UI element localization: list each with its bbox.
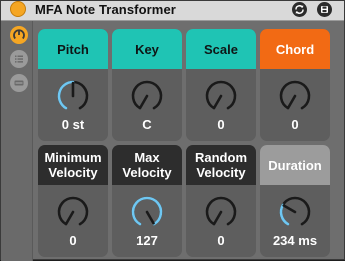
knob-pointer <box>213 210 223 225</box>
scale-knob[interactable] <box>203 77 239 113</box>
minimum-velocity-knob[interactable] <box>55 193 91 229</box>
knob-pointer <box>282 204 297 214</box>
param-cell-scale: Scale 0 <box>186 29 256 141</box>
param-cell-pitch: Pitch 0 st <box>38 29 108 141</box>
chord-knob[interactable] <box>277 77 313 113</box>
knob-pointer <box>145 210 155 225</box>
device-icon[interactable] <box>10 74 28 92</box>
sync-icon[interactable] <box>292 2 307 17</box>
param-value: 0 st <box>61 117 85 132</box>
save-icon[interactable] <box>317 2 332 17</box>
param-value: 0 <box>291 117 299 132</box>
param-label: Max Velocity <box>112 145 182 185</box>
device-power-button[interactable] <box>10 1 26 17</box>
rotary-icon[interactable] <box>10 26 28 44</box>
knob-pointer <box>287 94 297 109</box>
pitch-knob[interactable] <box>55 77 91 113</box>
param-value: C <box>142 117 152 132</box>
param-cell-random-velocity: Random Velocity 0 <box>186 145 256 257</box>
key-knob[interactable] <box>129 77 165 113</box>
param-label: Scale <box>186 29 256 69</box>
param-cell-chord: Chord 0 <box>260 29 330 141</box>
knob-pointer <box>139 94 149 109</box>
param-label: Random Velocity <box>186 145 256 185</box>
param-value: 0 <box>217 233 225 248</box>
random-velocity-knob[interactable] <box>203 193 239 229</box>
param-value: 0 <box>217 117 225 132</box>
knob-pointer <box>213 94 223 109</box>
duration-knob[interactable] <box>277 193 313 229</box>
knob-pointer <box>65 210 75 225</box>
max-velocity-knob[interactable] <box>129 193 165 229</box>
param-label: Pitch <box>38 29 108 69</box>
list-icon[interactable] <box>10 50 28 68</box>
param-cell-minimum-velocity: Minimum Velocity 0 <box>38 145 108 257</box>
param-cell-duration: Duration 234 ms <box>260 145 330 257</box>
param-value: 234 ms <box>272 233 318 248</box>
param-label: Chord <box>260 29 330 69</box>
param-label: Duration <box>260 145 330 185</box>
param-value: 0 <box>69 233 77 248</box>
param-label: Key <box>112 29 182 69</box>
param-label: Minimum Velocity <box>38 145 108 185</box>
param-cell-key: Key C <box>112 29 182 141</box>
device-panel: MFA Note Transformer Pitch 0 st Key C Sc… <box>0 0 345 261</box>
device-title: MFA Note Transformer <box>35 2 176 17</box>
sidebar <box>1 21 33 261</box>
knob-value-arc <box>57 80 75 110</box>
param-value: 127 <box>136 233 158 248</box>
title-bar: MFA Note Transformer <box>1 1 344 21</box>
param-cell-max-velocity: Max Velocity 127 <box>112 145 182 257</box>
